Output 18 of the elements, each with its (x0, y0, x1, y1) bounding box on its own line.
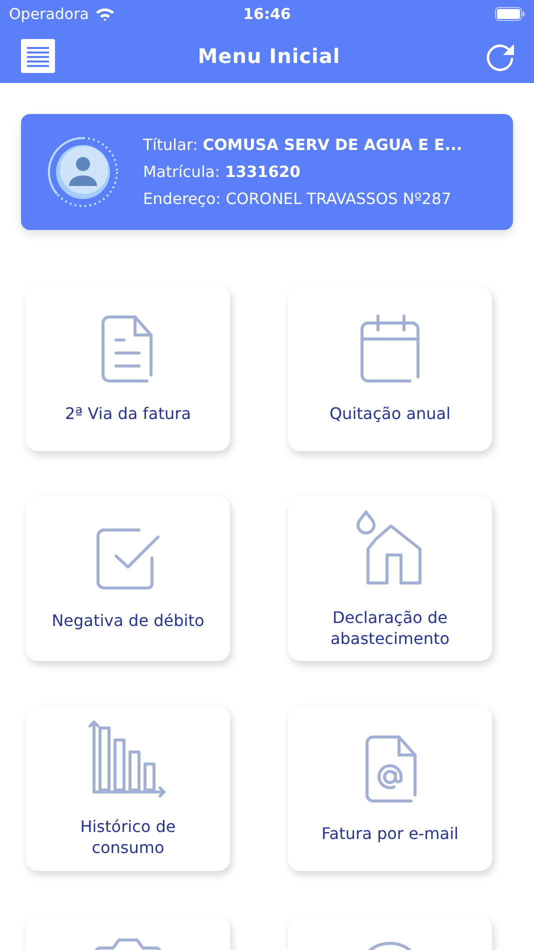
tile-label: Quitação anual (329, 403, 451, 424)
address-text: Endereço: CORONEL TRAVASSOS Nº287 (143, 190, 452, 208)
menu-tile[interactable]: 2ª Via da fatura (26, 286, 230, 451)
tile-label: Negativa de débito (52, 610, 204, 631)
holder-text: Títular: COMUSA SERV DE AGUA E E... (143, 136, 462, 154)
screen-title: Menu Inicial (198, 44, 340, 68)
registration-text: Matrícula: 1331620 (143, 163, 302, 181)
menu-tile[interactable]: Negativa de débito (26, 496, 230, 661)
menu-tile[interactable]: Declaração de abastecimento (288, 496, 492, 661)
tile-label: Declaração de abastecimento (329, 606, 451, 648)
carrier-name: Operadora (9, 5, 89, 23)
tile-label: Histórico de consumo (79, 816, 177, 858)
tile-label: Fatura por e-mail (322, 823, 458, 844)
tile-label: 2ª Via da fatura (64, 403, 191, 424)
menu-tile[interactable]: Quitação anual (288, 286, 492, 451)
clock-time: 16:46 (243, 5, 291, 23)
menu-tile[interactable]: Fatura por e-mail (288, 706, 492, 871)
menu-tile[interactable]: Histórico de consumo (26, 706, 230, 871)
